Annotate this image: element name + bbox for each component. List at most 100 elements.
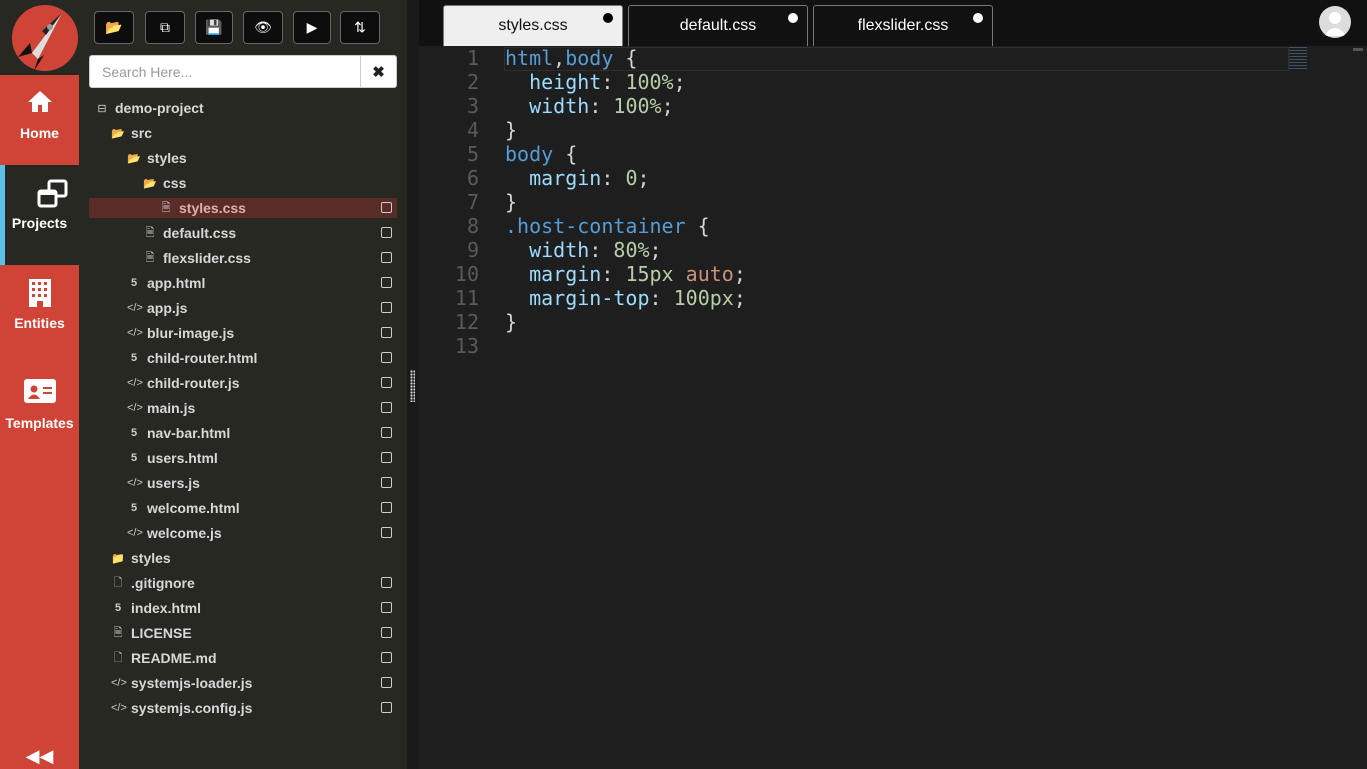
logo-area [0,0,79,75]
tree-item[interactable]: </> app.js [89,298,397,318]
code-editor[interactable]: 1 html,body {2 height: 100%; 3 width: 100%… [419,46,1367,769]
tree-item-label: main.js [147,400,196,416]
code-line: } [505,310,517,334]
code-token: 0 [625,166,638,190]
code-token: ; [637,166,650,190]
tree-item[interactable]: </> welcome.js [89,523,397,543]
tree-item-label: users.html [147,450,218,466]
tree-item[interactable]: 5 users.html [89,448,397,468]
tree-item[interactable]: 5 index.html [89,598,397,618]
select-checkbox[interactable] [381,352,392,363]
select-checkbox[interactable] [381,427,392,438]
tree-item[interactable]: ⊟ demo-project [89,98,397,118]
code-token: .host-container [505,214,686,238]
code-icon: </> [127,477,143,489]
code-token: width [529,238,590,262]
vertical-scrollbar[interactable] [1353,48,1363,51]
nav-item-entities[interactable]: Entities [0,265,79,365]
select-checkbox[interactable] [381,702,392,713]
select-checkbox[interactable] [381,527,392,538]
run-button[interactable]: ▶ [293,11,331,44]
tree-item[interactable]: 📂 src [89,123,397,143]
line-number: 1 [466,46,479,70]
tree-item[interactable]: 🗎 flexslider.css [89,248,397,268]
tab-styles-css[interactable]: styles.css [443,5,623,46]
html5-icon: 5 [130,452,138,464]
select-checkbox[interactable] [381,402,392,413]
tree-item[interactable]: 🗋 .gitignore [89,573,397,593]
select-checkbox[interactable] [381,277,392,288]
tree-item[interactable]: 🗎 styles.css [89,198,397,218]
tree-item[interactable]: 📁 styles [89,548,397,568]
double-chevron-left-icon[interactable]: ◀◀ [0,746,79,767]
select-checkbox[interactable] [381,252,392,263]
preview-button[interactable]: 👁 [243,11,283,44]
sync-button[interactable]: ⇅ [340,11,380,44]
tab-default-css[interactable]: default.css [628,5,808,46]
select-checkbox[interactable] [381,377,392,388]
tab-bar: styles.css default.css flexslider.css [419,0,1367,46]
rocket-logo-icon[interactable] [12,5,78,71]
tree-item[interactable]: 5 welcome.html [89,498,397,518]
clear-search-button[interactable]: ✖ [360,56,396,87]
select-checkbox[interactable] [381,677,392,688]
unsaved-dot-icon [788,13,798,23]
drag-handle-icon[interactable] [410,370,415,402]
minimap[interactable] [1289,47,1307,69]
user-avatar[interactable] [1319,6,1351,38]
file-icon: 🗎 [145,226,155,239]
select-checkbox[interactable] [381,627,392,638]
nav-item-projects[interactable]: Projects [0,165,79,265]
tree-item-label: app.js [147,300,188,316]
file-icon: 🗎 [161,201,171,214]
code-icon: </> [111,677,127,689]
tree-item[interactable]: 📂 css [89,173,397,193]
tree-item[interactable]: </> systemjs-loader.js [89,673,397,693]
tree-item-label: .gitignore [131,575,195,591]
line-number: 2 [466,70,479,94]
tree-item[interactable]: </> child-router.js [89,373,397,393]
select-checkbox[interactable] [381,327,392,338]
tree-item[interactable]: 5 child-router.html [89,348,397,368]
tree-item[interactable]: 🗎 LICENSE [89,623,397,643]
select-checkbox[interactable] [381,227,392,238]
code-icon: </> [127,327,143,339]
code-token: margin [529,166,602,190]
code-token: width [529,94,590,118]
tree-item[interactable]: </> systemjs.config.js [89,698,397,718]
tree-item-label: users.js [147,475,200,491]
code-token: : [649,286,674,310]
code-token: height [529,70,602,94]
tree-item[interactable]: 🗋 README.md [89,648,397,668]
tree-item[interactable]: </> main.js [89,398,397,418]
tree-item-label: child-router.js [147,375,240,391]
code-token: ; [733,286,746,310]
tree-item-label: styles.css [179,200,246,216]
open-folder-button[interactable]: 📂 [94,11,134,44]
nav-item-templates[interactable]: Templates [0,365,79,465]
tree-item[interactable]: 5 app.html [89,273,397,293]
select-checkbox[interactable] [381,202,392,213]
tree-item[interactable]: </> users.js [89,473,397,493]
search-input[interactable] [90,56,360,87]
select-checkbox[interactable] [381,452,392,463]
select-checkbox[interactable] [381,602,392,613]
tree-item-label: child-router.html [147,350,258,366]
select-checkbox[interactable] [381,477,392,488]
copy-button[interactable]: ⧉ [145,11,185,44]
nav-item-home[interactable]: Home [0,75,79,175]
line-number: 9 [466,238,479,262]
save-button[interactable]: 💾 [195,11,233,44]
tree-item[interactable]: 📂 styles [89,148,397,168]
select-checkbox[interactable] [381,577,392,588]
nav-label: Projects [11,215,68,231]
select-checkbox[interactable] [381,302,392,313]
tree-item[interactable]: 5 nav-bar.html [89,423,397,443]
select-checkbox[interactable] [381,502,392,513]
code-line: margin-top: 100px; [505,286,746,310]
tab-flexslider-css[interactable]: flexslider.css [813,5,993,46]
tree-item[interactable]: </> blur-image.js [89,323,397,343]
select-checkbox[interactable] [381,652,392,663]
tree-item[interactable]: 🗎 default.css [89,223,397,243]
file-sidebar: 📂 ⧉ 💾 👁 ▶ ⇅ ✖ ⊟ demo-project 📂 src 📂 styles 📂 c… [79,0,407,769]
